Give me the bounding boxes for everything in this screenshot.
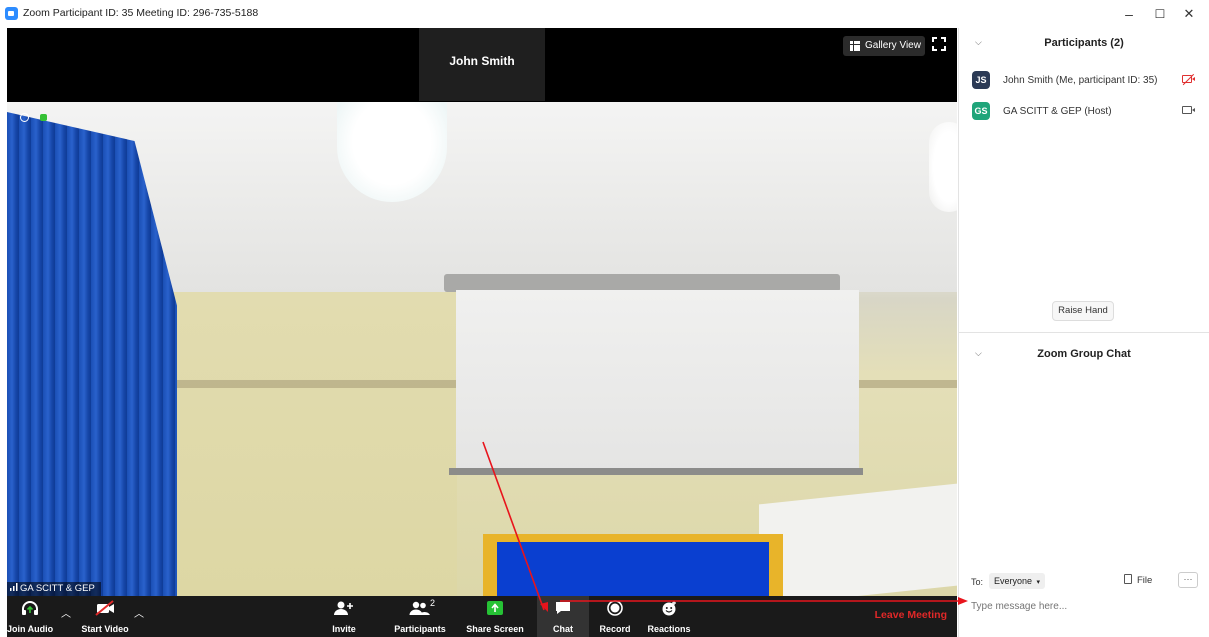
headphones-icon [22, 601, 38, 615]
add-person-icon [334, 601, 353, 615]
record-button[interactable]: Record [597, 596, 633, 637]
maximize-button[interactable]: ☐ [1148, 3, 1172, 25]
invite-label: Invite [332, 624, 356, 634]
participants-icon [409, 601, 430, 615]
audio-options-chevron-icon[interactable]: ︿ [61, 605, 71, 620]
encryption-shield-icon[interactable] [40, 114, 47, 121]
video-stage: John Smith Gallery View GA SCITT & GEP [7, 28, 957, 596]
video-options-chevron-icon[interactable]: ︿ [134, 605, 144, 620]
share-screen-button[interactable]: Share Screen [465, 596, 525, 637]
join-audio-button[interactable]: Join Audio [7, 596, 53, 637]
file-icon [1124, 574, 1132, 584]
smiley-icon [662, 601, 676, 616]
chat-title: Zoom Group Chat [1037, 348, 1131, 360]
signal-bars-icon [10, 583, 18, 591]
projector-screen [456, 290, 859, 470]
leave-meeting-button[interactable]: Leave Meeting [875, 609, 947, 621]
share-screen-label: Share Screen [466, 624, 524, 634]
meeting-info-icon[interactable] [20, 113, 29, 122]
reactions-label: Reactions [647, 624, 691, 634]
zoom-logo-icon [5, 7, 18, 20]
window-title: Zoom Participant ID: 35 Meeting ID: 296-… [23, 7, 259, 19]
invite-button[interactable]: Invite [327, 596, 361, 637]
active-speaker-thumbnail[interactable]: John Smith [419, 28, 545, 101]
divider [959, 332, 1209, 333]
share-screen-icon [487, 601, 503, 615]
zoom-window: Zoom Participant ID: 35 Meeting ID: 296-… [0, 0, 1209, 637]
chat-header: ⌵ Zoom Group Chat [959, 339, 1209, 371]
chevron-down-icon: ▾ [1036, 579, 1041, 586]
start-video-button[interactable]: Start Video [74, 596, 136, 637]
participant-video [7, 102, 957, 596]
video-off-icon [1182, 75, 1195, 83]
raise-hand-button[interactable]: Raise Hand [1052, 301, 1114, 321]
chat-to-label: To: [971, 577, 984, 587]
reactions-button[interactable]: Reactions [645, 596, 693, 637]
projector-screen-bar [449, 468, 863, 475]
video-camera-icon [1182, 106, 1195, 114]
start-video-label: Start Video [81, 624, 129, 634]
file-button[interactable]: File [1124, 574, 1152, 586]
side-panel: ⌵ Participants (2) JS John Smith (Me, pa… [958, 28, 1209, 637]
record-label: Record [599, 624, 631, 634]
join-audio-label: Join Audio [7, 624, 54, 634]
active-speaker-name: John Smith [449, 54, 515, 68]
video-off-icon [95, 600, 114, 616]
more-options-button[interactable]: ··· [1178, 572, 1198, 588]
participants-count-badge: 2 [430, 598, 436, 608]
chat-recipient-dropdown[interactable]: Everyone ▾ [989, 573, 1046, 589]
noticeboard [497, 542, 769, 596]
fullscreen-icon[interactable] [931, 36, 947, 52]
minimize-button[interactable]: – [1117, 3, 1141, 25]
gallery-view-label: Gallery View [865, 40, 921, 51]
participant-row[interactable]: JS John Smith (Me, participant ID: 35) [959, 69, 1209, 93]
ceiling-light [929, 122, 957, 212]
chat-bubble-icon [556, 602, 570, 614]
record-icon [607, 600, 623, 616]
wall [167, 292, 457, 596]
participants-header: ⌵ Participants (2) [959, 28, 1209, 60]
meeting-toolbar: Join Audio ︿ Start Video ︿ Invite 2 Part… [7, 596, 957, 637]
participant-name: John Smith (Me, participant ID: 35) [1003, 75, 1158, 86]
chat-message-input[interactable] [971, 597, 1196, 615]
participants-title: Participants (2) [1044, 37, 1124, 49]
gallery-view-button[interactable]: Gallery View [843, 36, 925, 56]
whiteboard [759, 483, 957, 596]
participant-name-tag: GA SCITT & GEP [7, 582, 101, 596]
avatar: JS [972, 71, 990, 89]
chat-label: Chat [553, 624, 573, 634]
close-button[interactable]: ✕ [1177, 3, 1201, 25]
participants-label: Participants [394, 624, 446, 634]
grid-icon [850, 41, 860, 51]
participants-button[interactable]: 2 Participants [387, 596, 453, 637]
avatar: GS [972, 102, 990, 120]
participant-name: GA SCITT & GEP (Host) [1003, 106, 1112, 117]
title-bar: Zoom Participant ID: 35 Meeting ID: 296-… [0, 0, 1209, 28]
participant-row[interactable]: GS GA SCITT & GEP (Host) [959, 100, 1209, 124]
chat-button[interactable]: Chat [537, 596, 589, 637]
